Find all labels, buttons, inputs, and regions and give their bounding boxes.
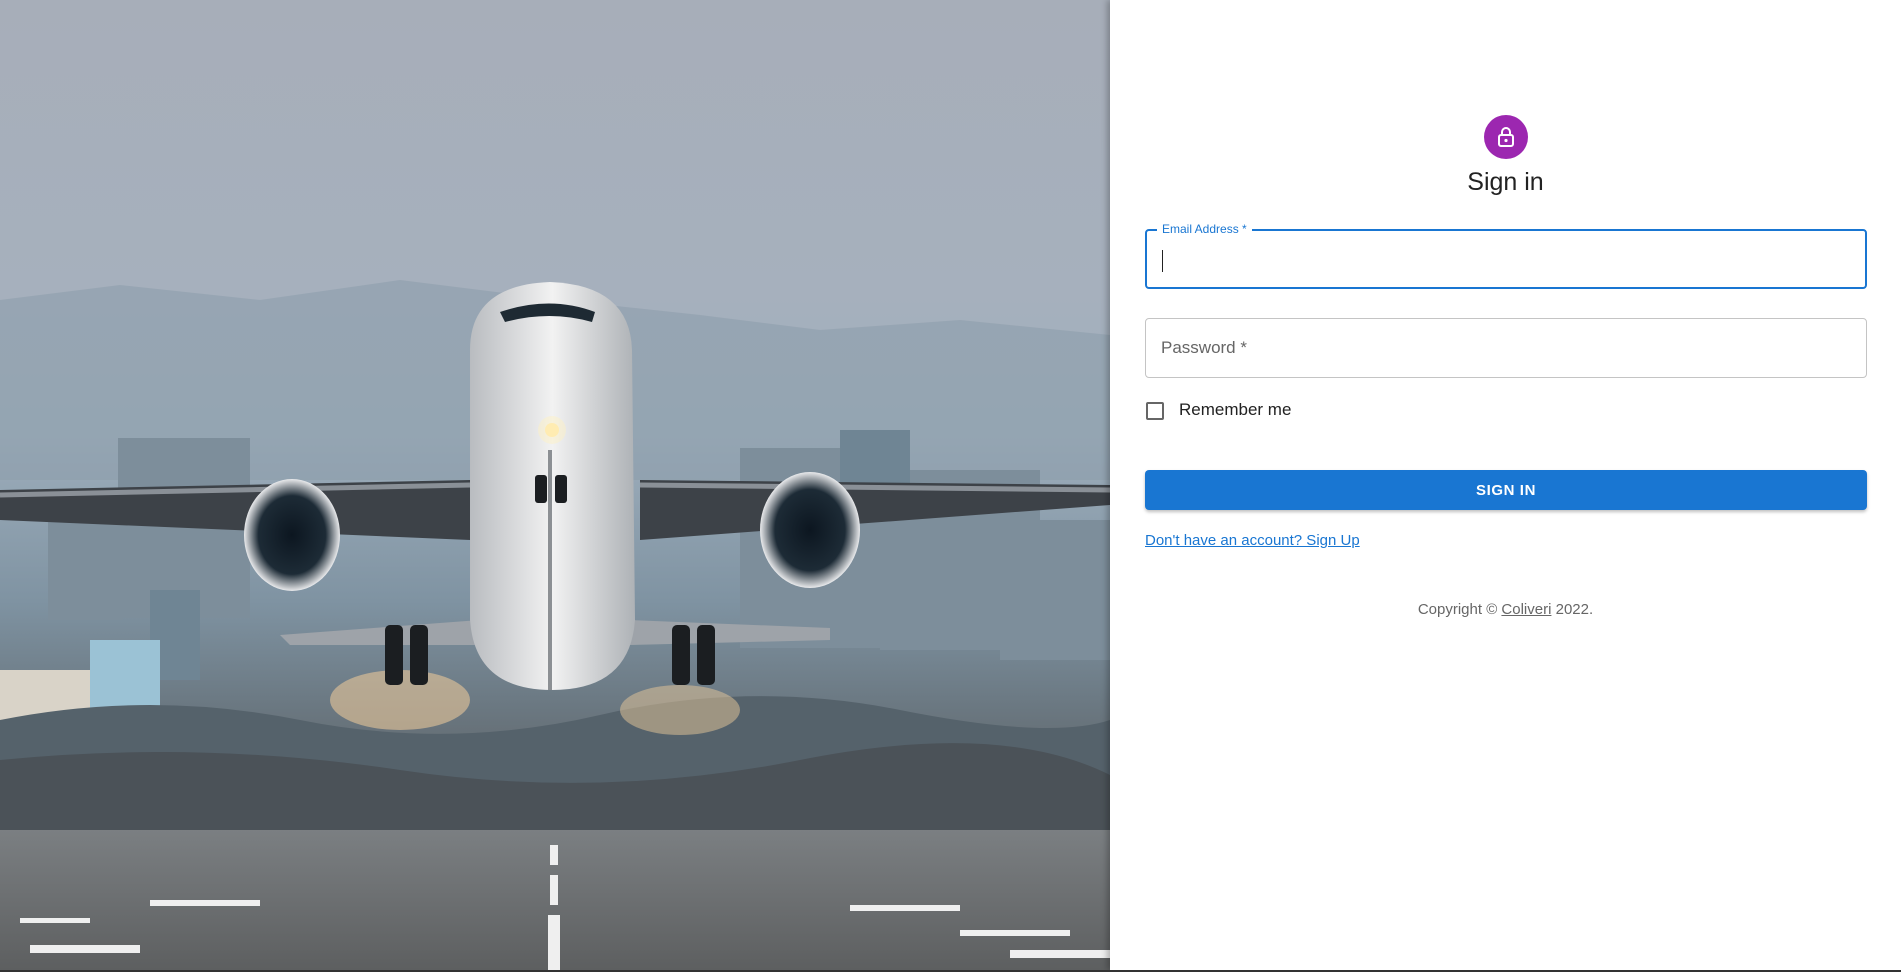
email-field[interactable]: Email Address * (1145, 222, 1867, 289)
sign-in-button[interactable]: SIGN IN (1145, 470, 1867, 510)
remember-me-checkbox[interactable] (1146, 402, 1164, 420)
password-placeholder: Password * (1161, 338, 1247, 357)
sign-up-link[interactable]: Don't have an account? Sign Up (1145, 532, 1360, 549)
page-title: Sign in (1467, 168, 1544, 196)
lock-icon (1498, 127, 1514, 147)
copyright: Copyright © Coliveri 2022. (1110, 601, 1901, 618)
airplane-photo (0, 280, 1110, 970)
text-cursor (1162, 250, 1163, 272)
password-field[interactable]: Password * (1145, 318, 1867, 378)
lock-avatar (1484, 115, 1528, 159)
email-label: Email Address * (1157, 222, 1252, 236)
company-link[interactable]: Coliveri (1501, 601, 1551, 618)
copyright-year: 2022. (1555, 601, 1594, 618)
remember-me-label[interactable]: Remember me (1179, 400, 1291, 420)
hero-image (0, 0, 1110, 970)
copyright-prefix: Copyright © (1417, 601, 1498, 618)
